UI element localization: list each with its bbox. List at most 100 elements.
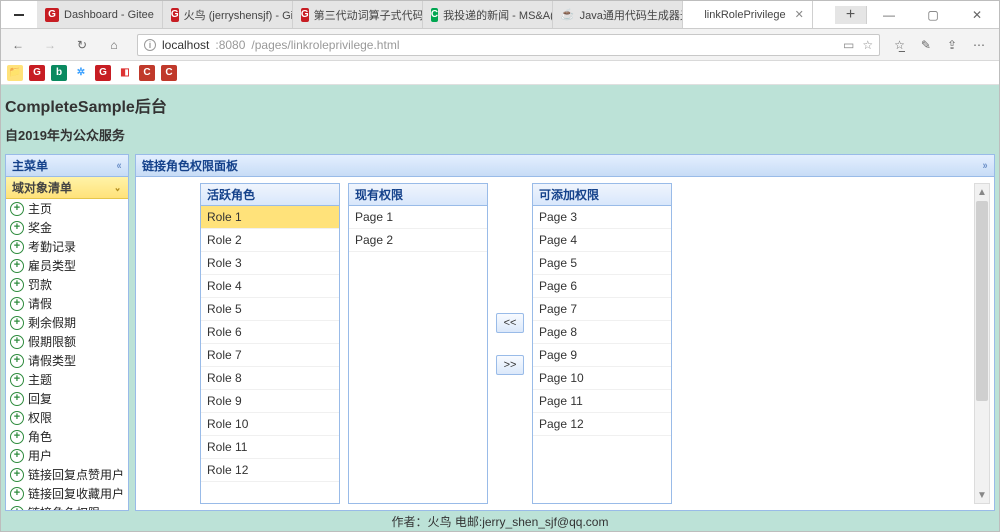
sidebar-item[interactable]: +用户 xyxy=(6,446,128,465)
bookmark-bar: 📁 G b ✲ G ◧ C C xyxy=(1,61,999,85)
sidebar-item-label: 回复 xyxy=(28,390,52,407)
reader-icon[interactable]: ▭ xyxy=(843,38,854,52)
bookmark-icon[interactable]: ◧ xyxy=(117,65,133,81)
sidebar-item[interactable]: +请假类型 xyxy=(6,351,128,370)
chevron-down-icon[interactable]: ⌄ xyxy=(114,181,121,194)
table-row[interactable]: Page 12 xyxy=(533,413,671,436)
bookmark-icon[interactable]: G xyxy=(29,65,45,81)
table-row[interactable]: Page 4 xyxy=(533,229,671,252)
reload-button[interactable]: ↻ xyxy=(73,36,91,54)
url-input[interactable]: i localhost:8080/pages/linkroleprivilege… xyxy=(137,34,880,56)
table-row[interactable]: Role 4 xyxy=(201,275,339,298)
move-left-button[interactable]: << xyxy=(496,313,524,333)
sidebar-item-label: 链接角色权限 xyxy=(28,504,100,510)
new-tab-button[interactable]: + xyxy=(835,6,867,24)
roles-grid: 活跃角色 Role 1Role 2Role 3Role 4Role 5Role … xyxy=(200,183,340,504)
sidebar-item-label: 链接回复收藏用户 xyxy=(28,485,124,502)
browser-tab[interactable]: G第三代动词算子式代码 xyxy=(293,1,423,28)
sidebar-item[interactable]: +主题 xyxy=(6,370,128,389)
close-tab-icon[interactable]: ✕ xyxy=(795,8,804,21)
table-row[interactable]: Page 6 xyxy=(533,275,671,298)
favicon-icon: ☕ xyxy=(561,8,575,22)
sidebar-item[interactable]: +罚款 xyxy=(6,275,128,294)
move-right-button[interactable]: >> xyxy=(496,355,524,375)
table-row[interactable]: Role 2 xyxy=(201,229,339,252)
plus-icon: + xyxy=(10,316,24,330)
table-row[interactable]: Page 5 xyxy=(533,252,671,275)
sidebar-item[interactable]: +权限 xyxy=(6,408,128,427)
table-row[interactable]: Page 9 xyxy=(533,344,671,367)
bookmark-icon[interactable]: C xyxy=(139,65,155,81)
main-panel: 链接角色权限面板 » 活跃角色 Role 1Role 2Role 3Role 4… xyxy=(135,154,995,511)
collapse-icon[interactable]: » xyxy=(982,160,987,172)
browser-tab[interactable]: GDashboard - Gitee xyxy=(37,1,163,28)
plus-icon: + xyxy=(10,373,24,387)
bookmark-icon[interactable]: ✲ xyxy=(73,65,89,81)
close-button[interactable]: ✕ xyxy=(955,1,999,29)
browser-tab[interactable]: linkRolePrivilege ✕ xyxy=(683,1,813,28)
collapse-icon[interactable]: « xyxy=(116,160,121,172)
scroll-down-icon[interactable]: ▼ xyxy=(975,487,989,503)
sidebar-item[interactable]: + 链接角色权限 xyxy=(6,503,128,510)
table-row[interactable]: Page 8 xyxy=(533,321,671,344)
tab-label: 我投递的新闻 - MS&A( xyxy=(443,7,553,23)
favorites-icon[interactable]: ☆̲ xyxy=(894,38,905,52)
sidebar-item[interactable]: +奖金 xyxy=(6,218,128,237)
back-button[interactable]: ← xyxy=(9,36,27,54)
sidebar-item[interactable]: +角色 xyxy=(6,427,128,446)
tab-label: Dashboard - Gitee xyxy=(64,9,154,21)
bookmark-icon[interactable]: 📁 xyxy=(7,65,23,81)
table-row[interactable]: Role 6 xyxy=(201,321,339,344)
table-row[interactable]: Role 7 xyxy=(201,344,339,367)
tab-label: linkRolePrivilege xyxy=(704,9,785,21)
sidebar-item[interactable]: +主页 xyxy=(6,199,128,218)
bookmark-icon[interactable]: G xyxy=(95,65,111,81)
sidebar-item[interactable]: +雇员类型 xyxy=(6,256,128,275)
table-row[interactable]: Page 10 xyxy=(533,367,671,390)
home-button[interactable]: ⌂ xyxy=(105,36,123,54)
table-row[interactable]: Role 1 xyxy=(201,206,339,229)
table-row[interactable]: Page 7 xyxy=(533,298,671,321)
table-row[interactable]: Role 9 xyxy=(201,390,339,413)
notes-icon[interactable]: ✎ xyxy=(921,38,931,52)
more-icon[interactable]: ⋯ xyxy=(973,38,985,52)
sidebar-item[interactable]: +考勤记录 xyxy=(6,237,128,256)
table-row[interactable]: Role 12 xyxy=(201,459,339,482)
plus-icon: + xyxy=(10,506,24,511)
plus-icon: + xyxy=(10,221,24,235)
table-row[interactable]: Role 5 xyxy=(201,298,339,321)
sidebar-item[interactable]: +链接回复收藏用户 xyxy=(6,484,128,503)
browser-tab[interactable]: ☕Java通用代码生成器光 xyxy=(553,1,683,28)
sidebar-item[interactable]: +链接回复点赞用户 xyxy=(6,465,128,484)
sidebar-item[interactable]: +剩余假期 xyxy=(6,313,128,332)
bookmark-icon[interactable]: b xyxy=(51,65,67,81)
forward-button[interactable]: → xyxy=(41,36,59,54)
perms-header: 现有权限 xyxy=(349,184,487,206)
bookmark-icon[interactable]: C xyxy=(161,65,177,81)
table-row[interactable]: Page 1 xyxy=(349,206,487,229)
table-row[interactable]: Page 3 xyxy=(533,206,671,229)
table-row[interactable]: Role 3 xyxy=(201,252,339,275)
sidebar-item[interactable]: +假期限额 xyxy=(6,332,128,351)
table-row[interactable]: Role 10 xyxy=(201,413,339,436)
avail-grid: 可添加权限 Page 3Page 4Page 5Page 6Page 7Page… xyxy=(532,183,672,504)
sidebar-item[interactable]: +请假 xyxy=(6,294,128,313)
scrollbar[interactable]: ▲ ▼ xyxy=(974,183,990,504)
roles-header: 活跃角色 xyxy=(201,184,339,206)
share-icon[interactable]: ⇪ xyxy=(947,38,957,52)
plus-icon: + xyxy=(10,468,24,482)
table-row[interactable]: Role 8 xyxy=(201,367,339,390)
table-row[interactable]: Page 2 xyxy=(349,229,487,252)
table-row[interactable]: Role 11 xyxy=(201,436,339,459)
sidebar-item[interactable]: +回复 xyxy=(6,389,128,408)
browser-tab[interactable]: G火鸟 (jerryshensjf) - Git xyxy=(163,1,293,28)
browser-tab[interactable]: C我投递的新闻 - MS&A( xyxy=(423,1,553,28)
plus-icon: + xyxy=(10,354,24,368)
minimize-button[interactable]: — xyxy=(867,1,911,29)
maximize-button[interactable]: ▢ xyxy=(911,1,955,29)
scroll-up-icon[interactable]: ▲ xyxy=(975,184,989,200)
scroll-thumb[interactable] xyxy=(976,201,988,401)
table-row[interactable]: Page 11 xyxy=(533,390,671,413)
favorite-icon[interactable]: ☆ xyxy=(862,38,873,52)
tab-label: 火鸟 (jerryshensjf) - Git xyxy=(184,7,293,23)
